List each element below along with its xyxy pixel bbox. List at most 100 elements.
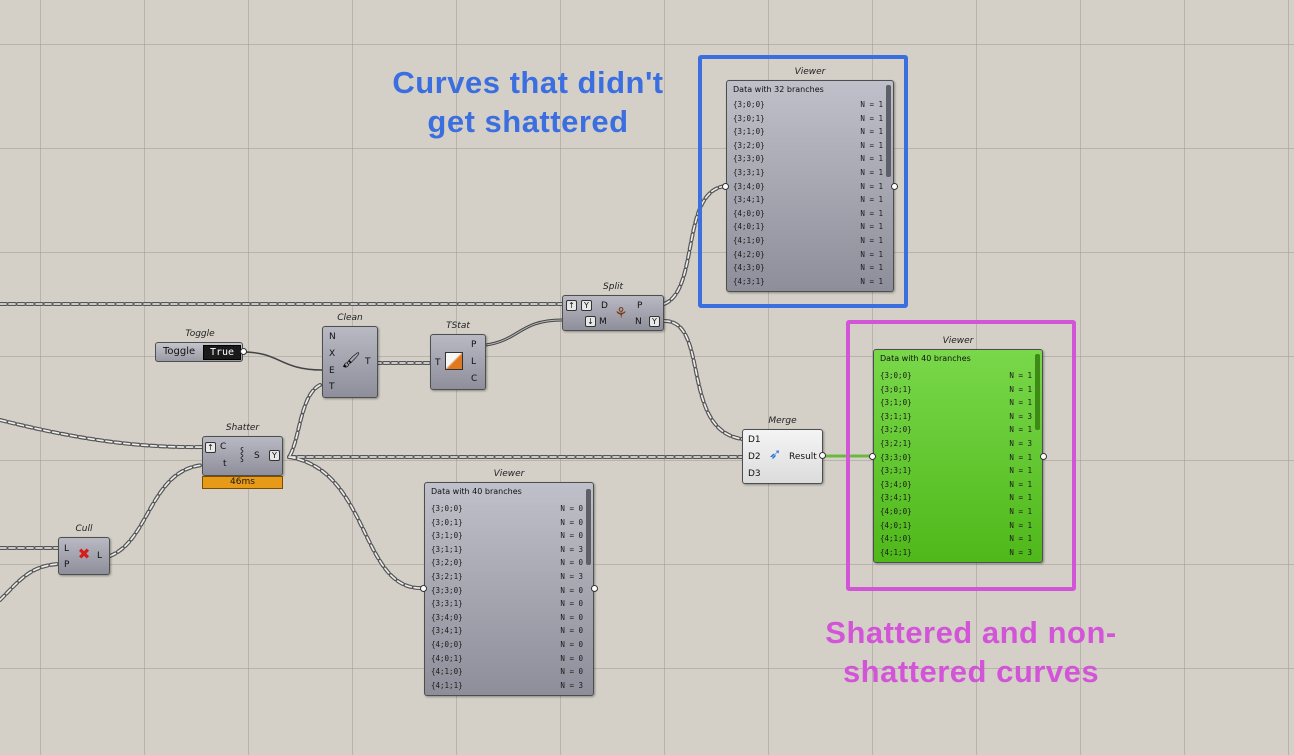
split-input-d[interactable]: D [601,301,608,311]
clean-input-n[interactable]: N [329,332,336,342]
merge-component[interactable]: D1 D2 D3 ➶ Result [742,429,823,484]
branch-path: {4;1;1} [880,547,912,557]
split-input-m[interactable]: M [599,317,607,327]
branch-count: N = 1 [1009,493,1032,503]
viewer-row: {3;0;0} N = 1 [733,98,883,112]
viewer-top-scrollbar[interactable] [886,85,891,177]
branch-path: {3;0;1} [431,517,463,527]
branch-count: N = 0 [560,599,583,609]
graft-down-icon[interactable]: ↓ [585,316,596,327]
grasshopper-canvas[interactable]: Curves that didn't get shattered Shatter… [0,0,1294,755]
branch-count: N = 0 [560,653,583,663]
viewer-bottom-input-grip[interactable] [420,585,427,592]
merge-input-d3[interactable]: D3 [748,469,761,479]
branch-path: {3;2;0} [880,425,912,435]
viewer-bottom-scrollbar[interactable] [586,489,591,565]
merge-output-grip[interactable] [819,452,826,459]
viewer-row: {3;2;0} N = 0 [431,556,583,570]
viewer-row: {3;1;1} N = 3 [431,543,583,557]
shatter-input-t[interactable]: t [223,459,227,469]
merge-input-d1[interactable]: D1 [748,435,761,445]
viewer-row: {4;1;0} N = 1 [880,532,1032,546]
viewer-row: {3;0;0} N = 0 [431,502,583,516]
clean-input-t[interactable]: T [329,382,335,392]
viewer-row: {3;4;0} N = 1 [880,478,1032,492]
branch-path: {3;0;0} [733,100,765,109]
viewer-row: {4;1;0} N = 0 [431,665,583,679]
cull-component[interactable]: L P ✖ L [58,537,110,575]
clean-component[interactable]: N X E T 🖌 T [322,326,378,398]
branch-path: {3;4;0} [880,479,912,489]
viewer-right-scrollbar[interactable] [1035,354,1040,430]
branch-count: N = 3 [1009,438,1032,448]
viewer-row: {3;0;1} N = 1 [733,112,883,126]
clean-input-x[interactable]: X [329,349,335,359]
branch-path: {3;0;0} [431,504,463,513]
flatten-icon[interactable]: Y [581,300,592,311]
toggle-output-grip[interactable] [240,348,247,355]
viewer-row: {3;4;0} N = 1 [733,180,883,194]
viewer-bottom[interactable]: Data with 40 branches {3;0;0} N = 0 {3;0;1… [424,482,594,696]
tstat-output-c[interactable]: C [471,374,477,384]
branch-count: N = 0 [560,504,583,513]
branch-path: {3;0;0} [880,371,912,380]
viewer-right-output-grip[interactable] [1040,453,1047,460]
cull-input-l[interactable]: L [64,544,69,554]
branch-count: N = 0 [560,558,583,568]
tstat-icon [445,352,463,370]
split-component[interactable]: ↑ Y D ↓ M ⚘ P N Y [562,295,664,331]
split-output-p[interactable]: P [637,301,642,311]
branch-count: N = 1 [860,140,883,150]
graft-up-icon[interactable]: ↑ [566,300,577,311]
flatten-output-icon[interactable]: Y [649,316,660,327]
annotation-bottom-line2: shattered curves [842,654,1100,689]
toggle-component[interactable]: Toggle True [155,342,243,362]
tstat-output-p[interactable]: P [471,340,476,350]
branch-count: N = 1 [1009,520,1032,530]
split-output-n[interactable]: N [635,317,642,327]
branch-count: N = 0 [560,626,583,636]
branch-path: {3;0;1} [880,384,912,394]
cull-output-l[interactable]: L [97,551,102,561]
shatter-timer: 46ms [202,476,283,489]
branch-count: N = 1 [860,181,883,191]
branch-path: {3;2;1} [431,571,463,581]
clean-input-e[interactable]: E [329,366,335,376]
branch-count: N = 1 [860,100,883,109]
shatter-input-c[interactable]: C [220,442,226,452]
viewer-top-header: Data with 32 branches [733,85,824,94]
branch-path: {4;3;1} [733,276,765,286]
merge-input-d2[interactable]: D2 [748,452,761,462]
viewer-row: {3;3;1} N = 0 [431,597,583,611]
tstat-input-t[interactable]: T [435,358,441,368]
branch-path: {3;3;0} [733,154,765,164]
cull-input-p[interactable]: P [64,560,69,570]
viewer-bottom-output-grip[interactable] [591,585,598,592]
viewer-top[interactable]: Data with 32 branches {3;0;0} N = 1 {3;0;1… [726,80,894,292]
viewer-row: {3;4;0} N = 0 [431,611,583,625]
shatter-graft-icon[interactable]: ↑ [205,442,216,453]
viewer-right-input-grip[interactable] [869,453,876,460]
viewer-right[interactable]: Data with 40 branches {3;0;0} N = 1 {3;0;1… [873,349,1043,563]
shatter-flatten-icon[interactable]: Y [269,450,280,461]
shatter-output-s[interactable]: S [254,451,260,461]
branch-count: N = 1 [860,263,883,273]
merge-output-result[interactable]: Result [789,452,817,462]
viewer-row: {4;1;0} N = 1 [733,234,883,248]
viewer-row: {3;1;0} N = 1 [880,396,1032,410]
clean-title: Clean [337,313,363,323]
viewer-top-output-grip[interactable] [891,183,898,190]
viewer-top-input-grip[interactable] [722,183,729,190]
branch-count: N = 1 [860,167,883,177]
wire-cull-shatter [108,463,205,558]
viewer-row: {3;2;1} N = 3 [431,570,583,584]
tstat-output-l[interactable]: L [471,357,476,367]
shatter-component[interactable]: ↑ C t ⸾ S Y [202,436,283,476]
clean-output-t[interactable]: T [365,357,371,367]
viewer-row: {3;0;1} N = 0 [431,516,583,530]
tstat-component[interactable]: T P L C [430,334,486,390]
branch-count: N = 0 [560,667,583,677]
toggle-value[interactable]: True [203,345,241,360]
branch-count: N = 1 [860,127,883,137]
branch-path: {4;3;0} [733,263,765,273]
